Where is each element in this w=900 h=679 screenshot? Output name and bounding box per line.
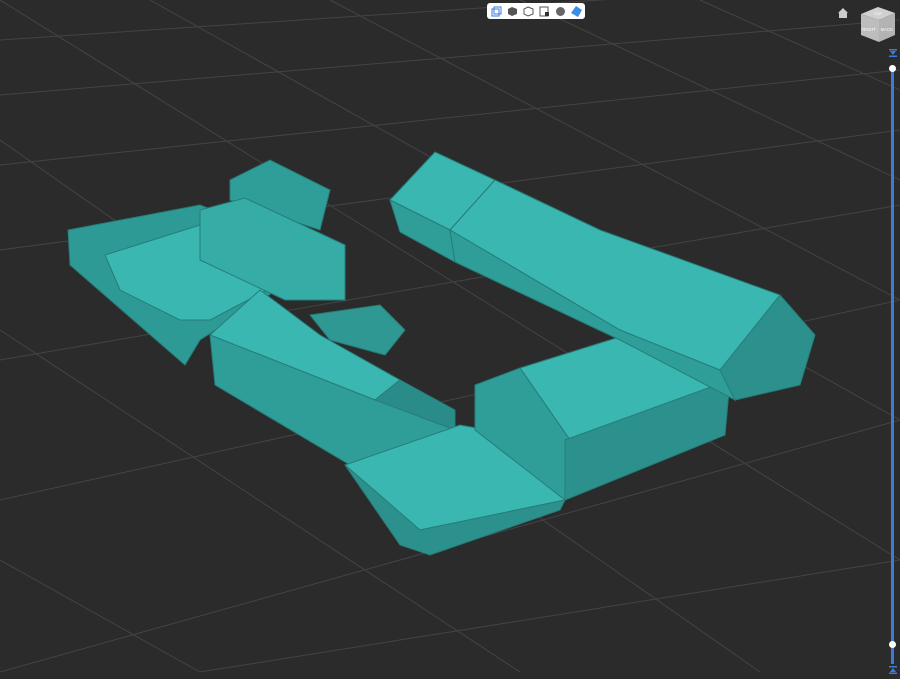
material-sphere-icon[interactable]	[554, 5, 566, 17]
slider-top-thumb[interactable]	[889, 65, 896, 72]
home-icon[interactable]	[837, 6, 849, 18]
view-cube-top[interactable]: TOP	[874, 11, 882, 16]
section-slider[interactable]	[886, 44, 900, 674]
slider-bottom-thumb[interactable]	[889, 641, 896, 648]
building-model[interactable]	[67, 151, 816, 556]
slider-top-cap-icon[interactable]	[888, 44, 898, 57]
perspective-cube-icon[interactable]	[490, 5, 502, 17]
slider-track[interactable]	[891, 68, 894, 664]
view-toolbar	[487, 3, 585, 19]
3d-viewport[interactable]	[0, 0, 900, 672]
wireframe-cube-icon[interactable]	[522, 5, 534, 17]
blue-cube-icon[interactable]	[570, 5, 582, 17]
view-cube-right[interactable]: RIGHT	[862, 27, 876, 32]
view-cube-back[interactable]: BACK	[881, 27, 893, 32]
section-box-icon[interactable]	[538, 5, 550, 17]
shaded-cube-icon[interactable]	[506, 5, 518, 17]
view-cube[interactable]: TOP RIGHT BACK	[857, 4, 899, 44]
slider-bottom-cap-icon[interactable]	[888, 661, 898, 674]
